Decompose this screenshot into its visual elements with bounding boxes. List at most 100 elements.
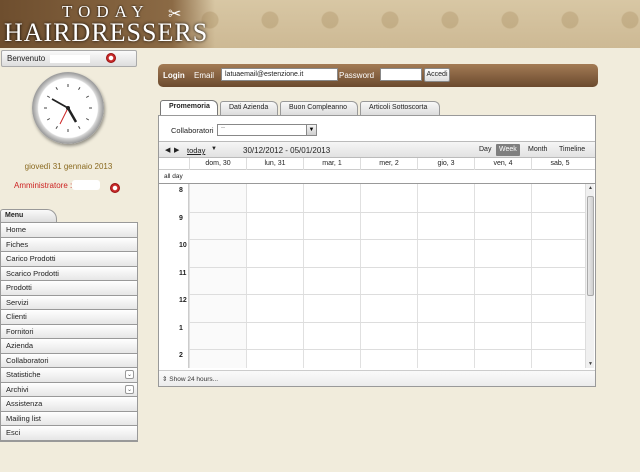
tab-dati-azienda[interactable]: Dati Azienda — [220, 101, 278, 115]
day-header[interactable]: sab, 5 — [531, 158, 588, 170]
hour-line — [189, 266, 585, 268]
hour-line — [189, 239, 585, 240]
sidebar-item-scarico-prodotti[interactable]: Scarico Prodotti — [1, 266, 137, 281]
sidebar-item-label: Archivi — [6, 384, 29, 394]
hour-line — [189, 294, 585, 295]
login-title: Login — [163, 71, 185, 80]
current-date: giovedì 31 gennaio 2013 — [24, 162, 113, 171]
sidebar-item-home[interactable]: Home — [1, 223, 137, 238]
dropdown-arrow-icon[interactable]: ▼ — [306, 125, 316, 135]
hour-label: 11 — [179, 269, 187, 277]
welcome-box: Benvenuto — [1, 50, 137, 67]
show-24-hours[interactable]: ⇕ Show 24 hours... — [159, 370, 595, 386]
today-dropdown-icon[interactable]: ▼ — [211, 146, 217, 152]
sidebar-item-fornitori[interactable]: Fornitori — [1, 324, 137, 339]
sidebar-item-archivi[interactable]: Archivi ⌄ — [1, 382, 137, 397]
updown-icon: ⇕ — [162, 376, 168, 383]
collaboratori-value: -- — [221, 125, 225, 131]
hour-line — [189, 211, 585, 213]
hour-label: 9 — [179, 214, 183, 222]
chevron-down-icon[interactable]: ⌄ — [125, 384, 134, 394]
sidebar-item-azienda[interactable]: Azienda — [1, 339, 137, 354]
hour-label: 12 — [179, 297, 187, 304]
username-field — [49, 54, 90, 63]
tab-articoli-sottoscorta[interactable]: Articoli Sottoscorta — [360, 101, 440, 115]
clock-face-icon — [44, 84, 92, 132]
all-day-row[interactable]: all day — [159, 170, 595, 184]
all-day-label: all day — [164, 173, 183, 180]
calendar-panel: Collaboratori -- ▼ ◀ ▶ today ▼ 30/12/201… — [158, 115, 596, 387]
grid-scrollbar[interactable]: ▲ ▼ — [585, 184, 594, 368]
logout-icon[interactable] — [106, 53, 116, 63]
day-header-row: dom, 30 lun, 31 mar, 1 mer, 2 gio, 3 ven, 4 sa… — [159, 158, 595, 170]
time-grid[interactable]: 8 9 10 11 12 1 2 — [159, 184, 585, 368]
sidebar-item-prodotti[interactable]: Prodotti — [1, 281, 137, 296]
logo-area: TODAY ✂ HAIRDRESSERS — [0, 0, 215, 48]
day-header[interactable]: mer, 2 — [360, 158, 417, 170]
today-link[interactable]: today — [187, 146, 205, 155]
day-header[interactable]: lun, 31 — [246, 158, 303, 170]
tab-promemoria[interactable]: Promemoria — [160, 100, 218, 116]
admin-logout-icon[interactable] — [110, 183, 120, 193]
sidebar-menu: Home Fiches Carico Prodotti Scarico Prodott… — [0, 222, 138, 442]
view-week-button[interactable]: Week — [496, 144, 520, 156]
show-24-hours-label: Show 24 hours... — [169, 376, 219, 383]
analog-clock — [32, 72, 104, 144]
accedi-button[interactable]: Accedi — [424, 68, 450, 82]
hour-label: 2 — [179, 352, 183, 359]
sidebar-item-label: Servizi — [6, 297, 29, 307]
next-week-icon[interactable]: ▶ — [174, 146, 179, 154]
admin-name — [72, 180, 100, 190]
password-field[interactable] — [380, 68, 422, 81]
hour-line — [189, 321, 585, 323]
view-day-button[interactable]: Day — [476, 144, 494, 156]
chevron-down-icon[interactable]: ⌄ — [125, 370, 134, 379]
login-bar: Login Email latuaemail@estenzione.it Pas… — [158, 64, 598, 87]
welcome-text: Benvenuto — [7, 54, 46, 63]
calendar-toolbar: ◀ ▶ today ▼ 30/12/2012 - 05/01/2013 Day … — [159, 141, 595, 158]
prev-week-icon[interactable]: ◀ — [165, 146, 170, 154]
sidebar-item-esci[interactable]: Esci — [1, 426, 137, 441]
admin-label: Amministratore : — [14, 181, 73, 190]
day-header[interactable]: mar, 1 — [303, 158, 360, 170]
sidebar-item-label: Scarico Prodotti — [6, 268, 59, 278]
email-field[interactable]: latuaemail@estenzione.it — [221, 68, 338, 81]
sidebar-item-label: Home — [6, 225, 27, 234]
sidebar-item-clienti[interactable]: Clienti — [1, 310, 137, 325]
view-month-button[interactable]: Month — [525, 144, 550, 156]
sidebar-item-label: Carico Prodotti — [6, 254, 56, 263]
hour-label: 10 — [179, 242, 187, 249]
sidebar-item-servizi[interactable]: Servizi — [1, 295, 137, 310]
hour-label: 1 — [179, 324, 183, 332]
hour-line — [189, 349, 585, 350]
collaboratori-select[interactable]: -- ▼ — [217, 124, 317, 136]
scroll-down-icon[interactable]: ▼ — [586, 361, 595, 367]
sidebar-item-label: Clienti — [6, 312, 27, 321]
scroll-thumb[interactable] — [587, 196, 594, 296]
view-timeline-button[interactable]: Timeline — [556, 144, 588, 156]
sidebar-item-label: Statistiche — [6, 370, 41, 379]
day-header[interactable]: dom, 30 — [189, 158, 246, 170]
logo-main-text: HAIRDRESSERS — [4, 18, 209, 47]
sidebar-item-carico-prodotti[interactable]: Carico Prodotti — [1, 252, 137, 267]
day-header[interactable]: ven, 4 — [474, 158, 531, 170]
sidebar-item-label: Collaboratori — [6, 355, 49, 365]
sidebar-item-mailing-list[interactable]: Mailing list — [1, 411, 137, 426]
sidebar-item-collaboratori[interactable]: Collaboratori — [1, 353, 137, 368]
sidebar-item-statistiche[interactable]: Statistiche ⌄ — [1, 368, 137, 383]
sidebar-item-label: Fornitori — [6, 326, 34, 336]
header-banner: TODAY ✂ HAIRDRESSERS — [0, 0, 640, 48]
scroll-up-icon[interactable]: ▲ — [586, 185, 595, 191]
sidebar-item-label: Prodotti — [6, 283, 32, 292]
sidebar-item-assistenza[interactable]: Assistenza — [1, 397, 137, 412]
sidebar-item-fiches[interactable]: Fiches — [1, 237, 137, 252]
sidebar-item-label: Mailing list — [6, 413, 42, 423]
sidebar-item-label: Fiches — [6, 239, 29, 249]
sidebar-item-label: Esci — [6, 428, 21, 437]
sidebar-item-label: Assistenza — [6, 399, 43, 408]
day-header[interactable]: gio, 3 — [417, 158, 474, 170]
sidebar-item-label: Azienda — [6, 341, 34, 350]
password-label: Password — [339, 71, 375, 80]
date-range: 30/12/2012 - 05/01/2013 — [243, 146, 331, 155]
tab-buon-compleanno[interactable]: Buon Compleanno — [280, 101, 358, 115]
